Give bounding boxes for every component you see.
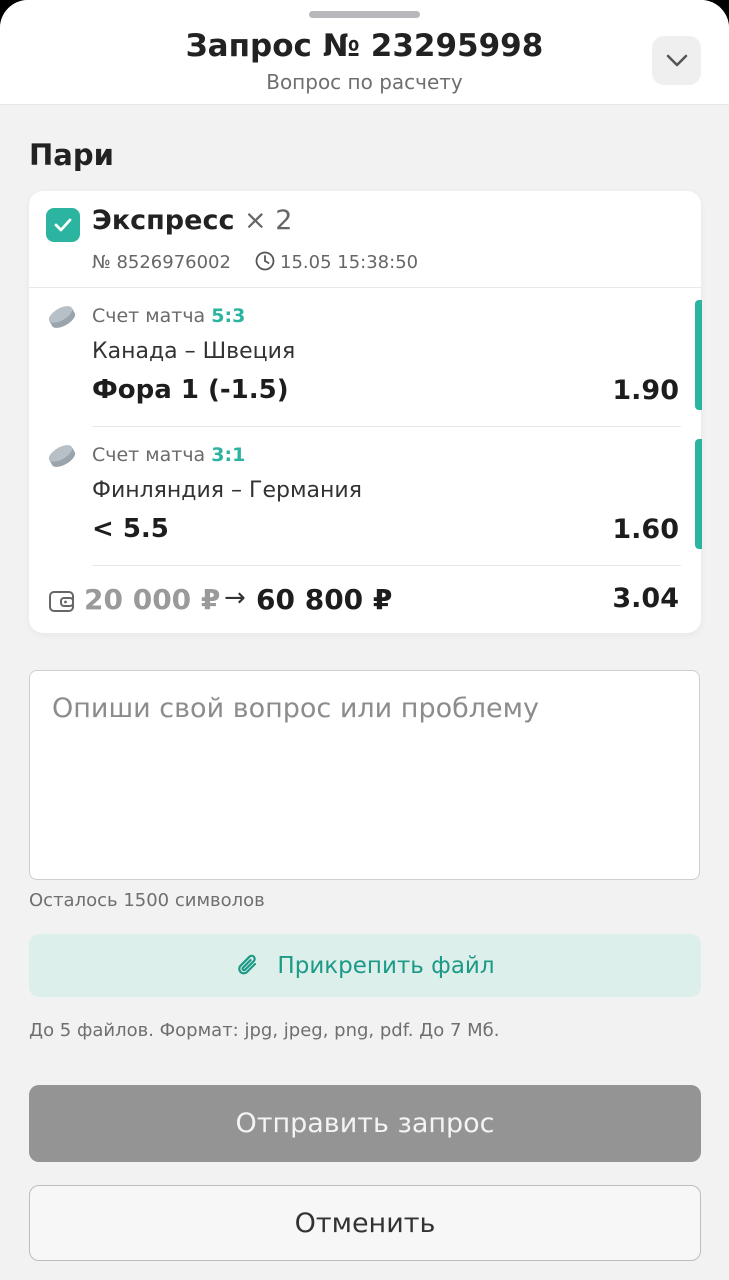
request-title: Запрос № 23295998	[185, 28, 544, 64]
match-score: 5:3	[211, 305, 246, 327]
bet-multiplier: × 2	[244, 205, 293, 236]
arrow-right-icon: →	[224, 583, 246, 613]
collapse-button[interactable]	[652, 36, 701, 85]
match-name: Канада – Швеция	[92, 339, 296, 364]
request-sheet: Запрос № 23295998 Вопрос по расчету Пари…	[0, 0, 729, 1280]
win-indicator	[695, 300, 702, 410]
paperclip-icon	[235, 953, 261, 979]
bet-odds: 1.60	[612, 514, 679, 545]
attach-file-label: Прикрепить файл	[277, 952, 495, 979]
sheet-header: Запрос № 23295998 Вопрос по расчету	[0, 0, 729, 105]
question-input[interactable]	[29, 670, 700, 880]
bet-type: Экспресс	[92, 205, 235, 236]
score-label: Счет матча 3:1	[92, 444, 246, 466]
file-hint: До 5 файлов. Формат: jpg, jpeg, png, pdf…	[29, 1020, 500, 1041]
total-odds: 3.04	[612, 583, 679, 614]
chevron-down-icon	[666, 54, 687, 66]
score-label: Счет матча 5:3	[92, 305, 246, 327]
wallet-icon	[49, 591, 74, 612]
stake-amount: 20 000 ₽	[84, 583, 221, 616]
divider	[92, 565, 681, 566]
bet-totals: 20 000 ₽ → 60 800 ₽ 3.04	[29, 571, 701, 633]
bet-market: < 5.5	[92, 514, 169, 544]
bet-event: Счет матча 5:3 Канада – Швеция Фора 1 (-…	[29, 288, 702, 413]
payout-amount: 60 800 ₽	[256, 583, 393, 616]
bet-datetime: 15.05 15:38:50	[280, 252, 419, 273]
match-name: Финляндия – Германия	[92, 478, 362, 503]
attach-file-button[interactable]: Прикрепить файл	[29, 934, 701, 997]
char-counter: Осталось 1500 символов	[29, 890, 265, 911]
cancel-button[interactable]: Отменить	[29, 1185, 701, 1261]
bet-event: Счет матча 3:1 Финляндия – Германия < 5.…	[29, 427, 702, 552]
bet-card: Экспресс × 2 № 8526976002 15.05 15:38:50…	[29, 191, 702, 633]
drag-handle[interactable]	[309, 11, 420, 18]
submit-request-button[interactable]: Отправить запрос	[29, 1085, 701, 1162]
section-title: Пари	[29, 138, 114, 172]
hockey-puck-icon	[48, 445, 76, 467]
bet-market: Фора 1 (-1.5)	[92, 375, 289, 405]
hockey-puck-icon	[48, 306, 76, 328]
clock-icon	[255, 251, 275, 271]
win-indicator	[695, 439, 702, 549]
match-score: 3:1	[211, 444, 246, 466]
bet-odds: 1.90	[612, 375, 679, 406]
request-subtitle: Вопрос по расчету	[266, 70, 463, 94]
bet-number: № 8526976002	[92, 252, 231, 273]
bet-checkbox[interactable]	[46, 208, 80, 242]
check-icon	[54, 218, 72, 232]
